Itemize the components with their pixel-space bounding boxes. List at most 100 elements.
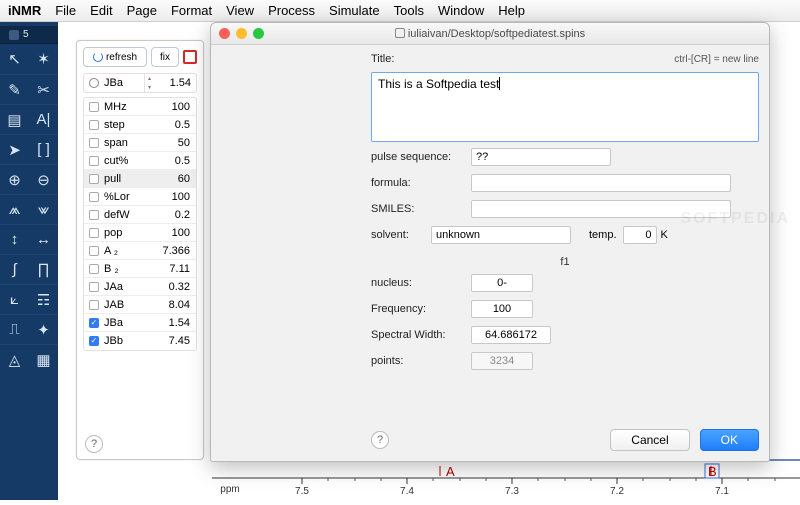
fit-icon[interactable]: ⟀ (4, 289, 26, 311)
menu-page[interactable]: Page (127, 3, 157, 18)
cancel-button[interactable]: Cancel (610, 429, 689, 451)
param-row[interactable]: B ₂7.11 (84, 260, 196, 278)
param-row[interactable]: JAa0.32 (84, 278, 196, 296)
text-icon[interactable]: A| (33, 109, 55, 131)
param-checkbox[interactable] (89, 318, 99, 328)
param-row[interactable]: step0.5 (84, 116, 196, 134)
param-row[interactable]: JBa1.54 (84, 314, 196, 332)
palette-tab-label: 5 (23, 29, 29, 40)
param-checkbox[interactable] (89, 336, 99, 346)
grid-icon[interactable]: ▦ (33, 349, 55, 371)
stepper[interactable]: ▴▾ (144, 74, 154, 92)
frequency-field[interactable]: 100 (471, 300, 533, 318)
spectral-width-field[interactable]: 64.686172 (471, 326, 551, 344)
param-checkbox[interactable] (89, 210, 99, 220)
document-icon (395, 28, 405, 38)
param-label: pull (104, 173, 154, 185)
smiles-label: SMILES: (371, 203, 471, 215)
param-checkbox[interactable] (89, 156, 99, 166)
arrow-icon[interactable]: ➤ (4, 139, 26, 161)
menu-file[interactable]: File (55, 3, 76, 18)
param-row[interactable]: span50 (84, 134, 196, 152)
param-checkbox[interactable] (89, 246, 99, 256)
param-checkbox[interactable] (89, 174, 99, 184)
param-value: 100 (154, 101, 196, 113)
param-checkbox[interactable] (89, 120, 99, 130)
radio-icon[interactable] (89, 78, 99, 88)
param-checkbox[interactable] (89, 228, 99, 238)
smiles-field[interactable] (471, 200, 731, 218)
param-row[interactable]: MHz100 (84, 98, 196, 116)
brackets-icon[interactable]: [ ] (33, 139, 55, 161)
stop-button[interactable] (183, 50, 197, 64)
marker-a[interactable]: A (446, 464, 455, 479)
param-checkbox[interactable] (89, 102, 99, 112)
temp-field[interactable]: 0 (623, 226, 657, 244)
title-hint: ctrl-[CR] = new line (674, 54, 759, 65)
title-field[interactable]: This is a Softpedia test (371, 72, 759, 142)
menu-help[interactable]: Help (498, 3, 525, 18)
palette-tab[interactable]: 5 (0, 26, 58, 44)
menu-simulate[interactable]: Simulate (329, 3, 380, 18)
close-icon[interactable] (9, 30, 19, 40)
pulse-field[interactable]: ?? (471, 148, 611, 166)
param-checkbox[interactable] (89, 282, 99, 292)
param-label: defW (104, 209, 154, 221)
solvent-field[interactable]: unknown (431, 226, 571, 244)
cursor-icon[interactable]: ↖ (4, 48, 26, 70)
param-row[interactable]: JAB8.04 (84, 296, 196, 314)
crosshair-icon[interactable]: ✶ (33, 48, 55, 70)
frequency-label: Frequency: (371, 303, 471, 315)
menu-process[interactable]: Process (268, 3, 315, 18)
integral-icon[interactable]: ∫ (4, 259, 26, 281)
layers-icon[interactable]: ▤ (4, 109, 26, 131)
zoom-in-icon[interactable]: ⊕ (4, 169, 26, 191)
zoom-out-icon[interactable]: ⊖ (33, 169, 55, 191)
menu-edit[interactable]: Edit (90, 3, 112, 18)
param-row[interactable]: %Lor100 (84, 188, 196, 206)
param-checkbox[interactable] (89, 192, 99, 202)
param-row[interactable]: JBb7.45 (84, 332, 196, 350)
param-selector[interactable]: JBa ▴▾ 1.54 (83, 73, 197, 93)
param-row[interactable]: pull60 (84, 170, 196, 188)
parameters-panel: refresh fix JBa ▴▾ 1.54 MHz100step0.5spa… (76, 40, 204, 460)
nucleus-field[interactable]: 0- (471, 274, 533, 292)
peaks-down-icon[interactable]: ⩖ (33, 199, 55, 221)
param-checkbox[interactable] (89, 138, 99, 148)
param-checkbox[interactable] (89, 300, 99, 310)
menu-tools[interactable]: Tools (394, 3, 424, 18)
dialog-help-button[interactable]: ? (371, 431, 389, 449)
param-label: JAB (104, 299, 154, 311)
menu-window[interactable]: Window (438, 3, 484, 18)
param-value: 7.366 (154, 245, 196, 257)
contour-icon[interactable]: ◬ (4, 349, 26, 371)
peaks-up-icon[interactable]: ⩕ (4, 199, 26, 221)
help-button[interactable]: ? (85, 435, 103, 453)
fix-button[interactable]: fix (151, 47, 179, 67)
marker-b[interactable]: B (708, 464, 717, 479)
param-row[interactable]: A ₂7.366 (84, 242, 196, 260)
overlay-icon[interactable]: ☶ (33, 289, 55, 311)
param-row[interactable]: defW0.2 (84, 206, 196, 224)
pulse-icon[interactable]: ⎍ (4, 319, 26, 341)
param-value: 50 (154, 137, 196, 149)
vruler-icon[interactable]: ↕ (4, 229, 26, 251)
formula-field[interactable] (471, 174, 731, 192)
param-value: 60 (154, 173, 196, 185)
param-value: 7.45 (154, 335, 196, 347)
refresh-button[interactable]: refresh (83, 47, 147, 67)
baseline-icon[interactable]: ∏ (33, 259, 55, 281)
menu-view[interactable]: View (226, 3, 254, 18)
param-value: 0.5 (154, 119, 196, 131)
param-row[interactable]: pop100 (84, 224, 196, 242)
dialog-titlebar[interactable]: iuliaivan/Desktop/softpediatest.spins (211, 23, 769, 45)
spin-icon[interactable]: ✦ (33, 319, 55, 341)
param-row[interactable]: cut%0.5 (84, 152, 196, 170)
param-checkbox[interactable] (89, 264, 99, 274)
menu-format[interactable]: Format (171, 3, 212, 18)
param-label: B ₂ (104, 263, 154, 275)
hruler-icon[interactable]: ↔ (33, 229, 55, 251)
ok-button[interactable]: OK (700, 429, 759, 451)
wand-icon[interactable]: ✎ (4, 79, 26, 101)
scissors-icon[interactable]: ✂ (33, 79, 55, 101)
